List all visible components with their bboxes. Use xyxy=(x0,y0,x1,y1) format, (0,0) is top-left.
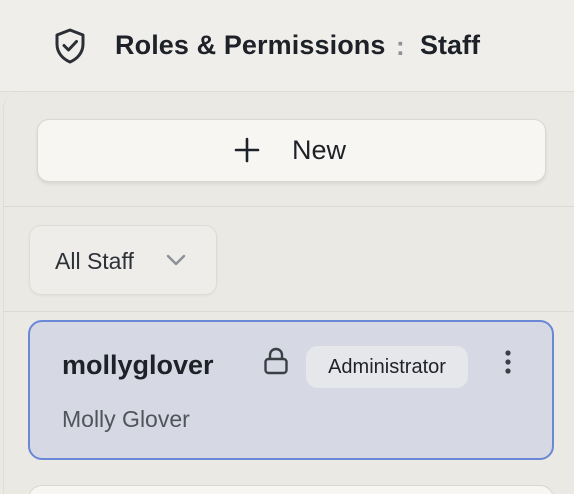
lock-icon xyxy=(264,347,288,375)
staff-username: mollyglover xyxy=(62,350,214,380)
breadcrumb-separator: : xyxy=(396,31,405,61)
divider xyxy=(3,206,574,207)
breadcrumb-current-staff: Staff xyxy=(420,30,480,60)
role-badge: Administrator xyxy=(306,346,468,388)
shield-check-icon xyxy=(55,28,85,64)
filter-selected-value: All Staff xyxy=(55,248,134,274)
chevron-down-icon xyxy=(166,254,186,266)
staff-full-name: Molly Glover xyxy=(62,406,190,432)
staff-page: Roles & Permissions : Staff New All Staf… xyxy=(0,0,574,494)
staff-card-selected[interactable] xyxy=(28,320,554,460)
more-vertical-icon[interactable] xyxy=(497,348,519,378)
divider xyxy=(3,311,574,312)
staff-card[interactable] xyxy=(28,485,554,494)
breadcrumb-roles-permissions[interactable]: Roles & Permissions xyxy=(115,30,386,61)
header-bar: Roles & Permissions : Staff xyxy=(0,0,574,92)
plus-icon xyxy=(234,137,260,163)
new-button-label: New xyxy=(292,135,347,165)
